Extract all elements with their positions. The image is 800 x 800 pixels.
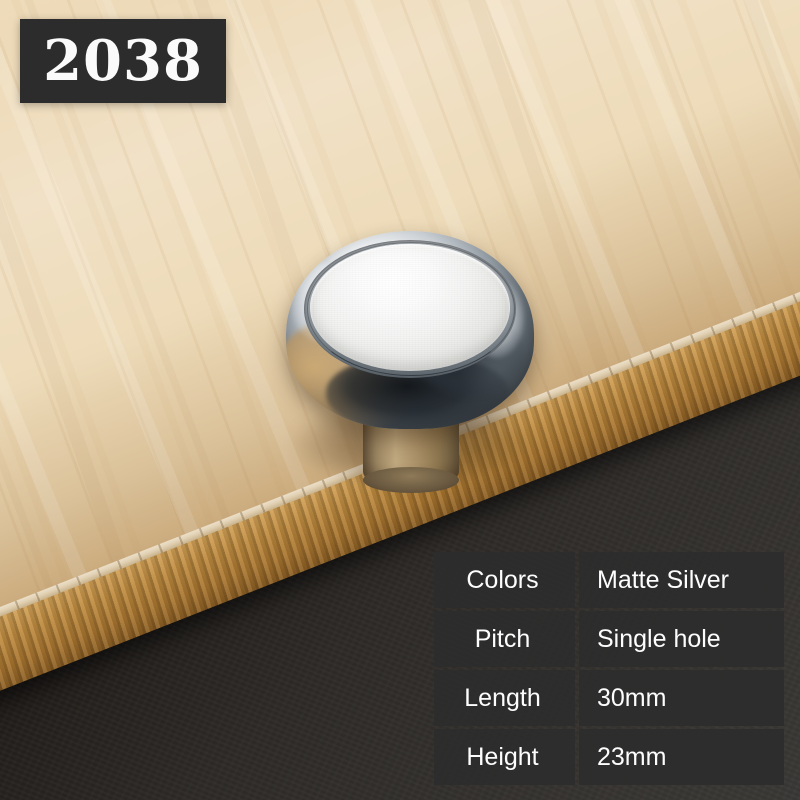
spec-label-pitch: Pitch (434, 611, 575, 667)
spec-label-text: Pitch (474, 624, 531, 653)
specification-table: Colors Matte Silver Pitch Single hole Le… (434, 552, 784, 785)
spec-label-length: Length (434, 670, 575, 726)
spec-label-colors: Colors (434, 552, 575, 608)
spec-value-length: 30mm (579, 670, 784, 726)
model-number-text: 2038 (43, 28, 203, 94)
table-row: Colors Matte Silver (434, 552, 784, 608)
table-row: Height 23mm (434, 729, 784, 785)
spec-value-height: 23mm (579, 729, 784, 785)
spec-label-text: Colors (466, 565, 539, 594)
product-photo: 2038 Colors Matte Silver Pitch Single ho… (0, 0, 800, 800)
table-row: Pitch Single hole (434, 611, 784, 667)
spec-label-text: Height (466, 742, 539, 771)
model-number-badge: 2038 (20, 19, 226, 103)
spec-label-height: Height (434, 729, 575, 785)
cabinet-knob (286, 231, 534, 493)
table-row: Length 30mm (434, 670, 784, 726)
spec-value-text: 30mm (597, 683, 667, 712)
spec-label-text: Length (464, 683, 541, 712)
spec-value-text: 23mm (597, 742, 667, 771)
knob-stem-base (363, 467, 459, 493)
spec-value-text: Single hole (597, 624, 721, 653)
spec-value-colors: Matte Silver (579, 552, 784, 608)
spec-value-text: Matte Silver (597, 565, 729, 594)
knob-face-edge-ring (307, 242, 515, 376)
spec-value-pitch: Single hole (579, 611, 784, 667)
